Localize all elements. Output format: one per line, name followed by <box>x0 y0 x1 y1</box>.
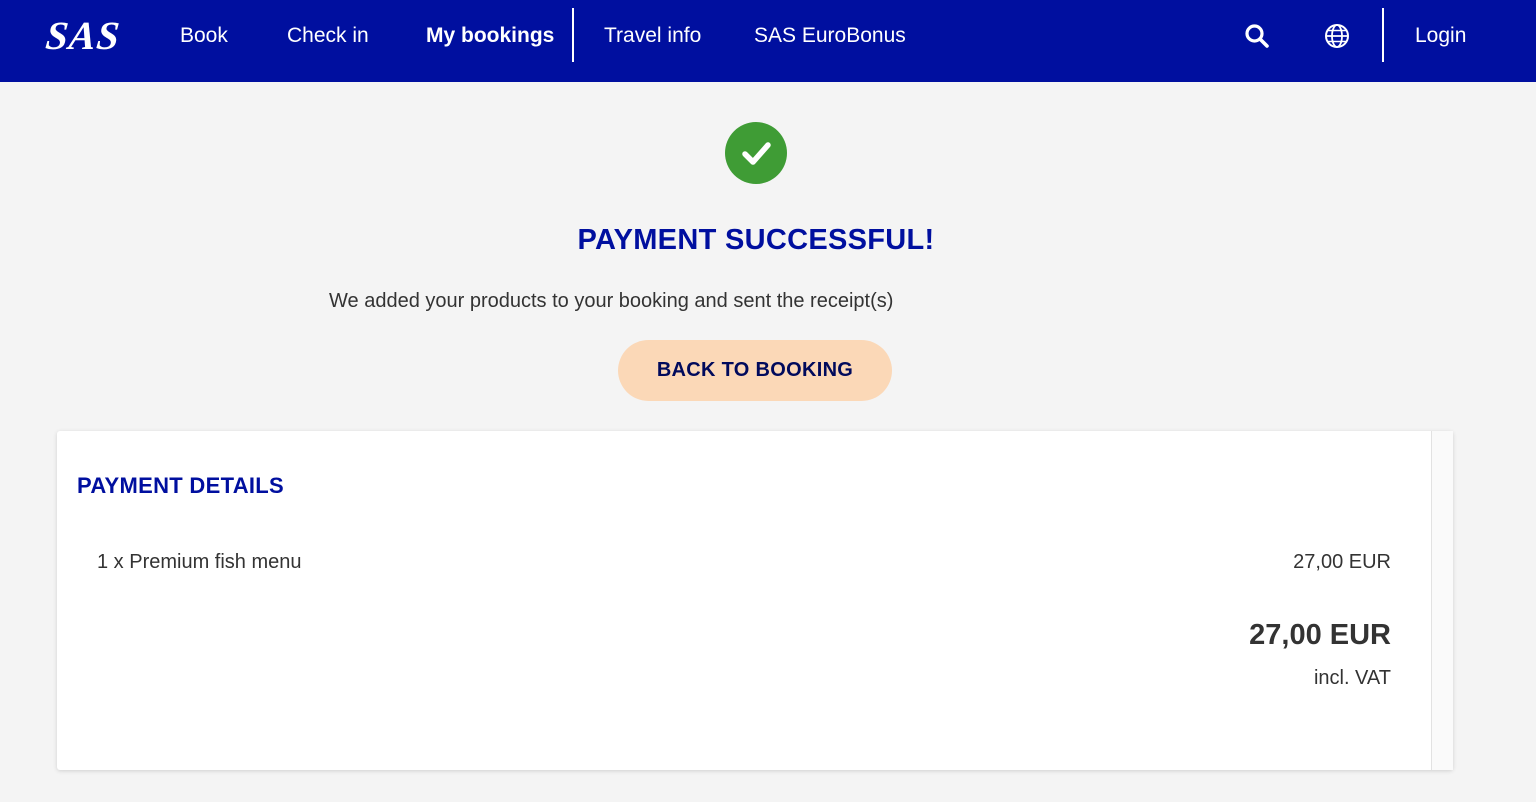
nav-divider <box>572 8 574 62</box>
card-scrollbar[interactable] <box>1431 431 1453 770</box>
total-amount: 27,00 EUR <box>1249 619 1391 651</box>
vat-note: incl. VAT <box>1313 667 1391 689</box>
sas-logo[interactable]: SAS <box>44 13 123 58</box>
success-message: We added your products to your booking a… <box>329 290 894 312</box>
login-link[interactable]: Login <box>1415 23 1466 49</box>
checkmark-icon <box>725 122 787 184</box>
nav-eurobonus[interactable]: SAS EuroBonus <box>754 23 906 49</box>
search-icon[interactable] <box>1242 21 1272 51</box>
nav-my-bookings[interactable]: My bookings <box>426 23 554 49</box>
nav-travel-info[interactable]: Travel info <box>604 23 701 49</box>
nav-check-in[interactable]: Check in <box>287 23 369 49</box>
globe-icon[interactable] <box>1322 21 1352 51</box>
nav-book[interactable]: Book <box>180 23 228 49</box>
payment-details-title: PAYMENT DETAILS <box>77 473 285 498</box>
page-title: PAYMENT SUCCESSFUL! <box>577 224 935 256</box>
line-item-description: 1 x Premium fish menu <box>97 551 302 573</box>
nav-divider <box>1382 8 1384 62</box>
payment-details-card: PAYMENT DETAILS 1 x Premium fish menu 27… <box>57 431 1453 770</box>
line-item-price: 27,00 EUR <box>1293 551 1391 573</box>
top-navigation-bar: SAS Book Check in My bookings Travel inf… <box>0 0 1536 82</box>
back-to-booking-button[interactable]: BACK TO BOOKING <box>618 340 892 401</box>
